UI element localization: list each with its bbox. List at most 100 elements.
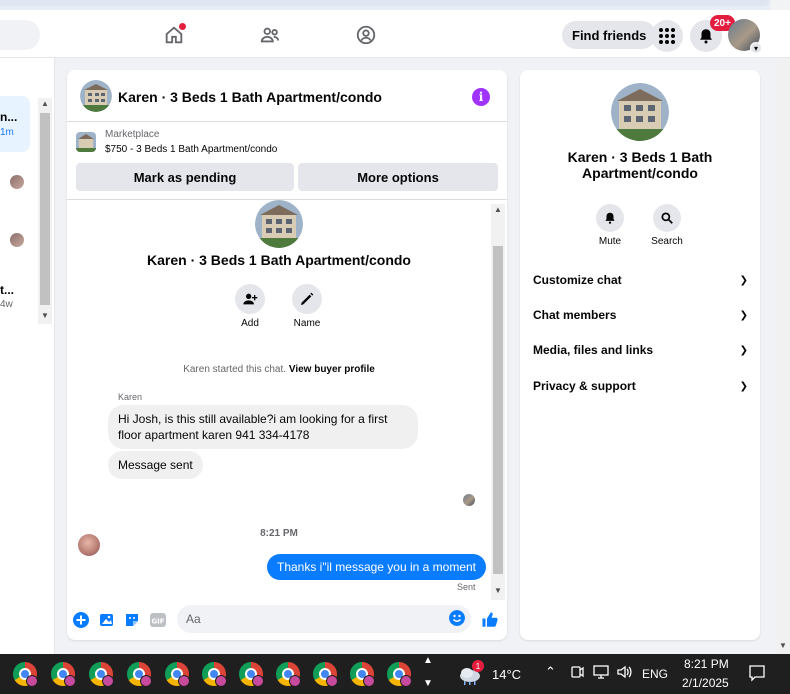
name-action[interactable]: Name bbox=[277, 284, 337, 329]
listing-small-thumbnail[interactable] bbox=[76, 132, 96, 152]
marketplace-banner: Marketplace $750 - 3 Beds 1 Bath Apartme… bbox=[67, 122, 507, 200]
chevron-down-icon[interactable]: ▾ bbox=[750, 42, 762, 54]
chrome-icon[interactable] bbox=[13, 662, 38, 687]
conversation-avatar bbox=[10, 175, 24, 189]
clock-time[interactable]: 8:21 PM bbox=[684, 657, 729, 671]
chrome-icon[interactable] bbox=[313, 662, 338, 687]
conversation-scrollbar[interactable]: ▲ ▼ bbox=[38, 98, 52, 324]
scroll-up-icon[interactable]: ▲ bbox=[491, 205, 505, 214]
seen-avatar bbox=[463, 494, 475, 506]
chevron-down-icon: ❯ bbox=[739, 380, 748, 392]
friends-nav[interactable] bbox=[257, 22, 283, 48]
chevron-down-icon: ❯ bbox=[739, 274, 748, 286]
chrome-icon[interactable] bbox=[276, 662, 301, 687]
chat-members-row[interactable]: Chat members ❯ bbox=[533, 304, 748, 326]
scroll-thumb[interactable] bbox=[493, 246, 503, 574]
photo-icon[interactable] bbox=[98, 611, 116, 629]
chrome-icon[interactable] bbox=[165, 662, 190, 687]
chat-title[interactable]: Karen · 3 Beds 1 Bath Apartment/condo bbox=[118, 89, 382, 105]
details-listing-photo[interactable] bbox=[611, 83, 669, 141]
menu-button[interactable] bbox=[651, 20, 683, 52]
chevron-up-icon[interactable]: ⌃ bbox=[545, 664, 556, 680]
incoming-message[interactable]: Hi Josh, is this still available?i am lo… bbox=[108, 405, 418, 449]
conversation-avatar bbox=[10, 233, 24, 247]
meet-now-icon[interactable] bbox=[570, 664, 584, 683]
chevron-down-icon: ❯ bbox=[739, 344, 748, 356]
message-thread: Karen · 3 Beds 1 Bath Apartment/condo Ad… bbox=[67, 200, 507, 600]
conversation-item-selected[interactable] bbox=[0, 96, 30, 152]
mark-as-pending-button[interactable]: Mark as pending bbox=[76, 163, 294, 191]
listing-title[interactable]: $750 - 3 Beds 1 Bath Apartment/condo bbox=[105, 144, 277, 155]
system-message-text: Karen started this chat. bbox=[183, 364, 287, 375]
emoji-icon[interactable] bbox=[449, 610, 465, 626]
menu-label: Media, files and links bbox=[533, 343, 654, 357]
scroll-up-icon[interactable]: ▲ bbox=[38, 99, 52, 108]
chevron-up-icon[interactable]: ▲ bbox=[423, 655, 433, 666]
clock-date[interactable]: 2/1/2025 bbox=[682, 676, 729, 690]
incoming-message[interactable]: Message sent bbox=[108, 451, 203, 479]
scroll-thumb[interactable] bbox=[40, 113, 50, 305]
volume-icon[interactable] bbox=[616, 664, 632, 683]
media-files-links-row[interactable]: Media, files and links ❯ bbox=[533, 339, 748, 361]
chat-scrollbar[interactable]: ▲ ▼ bbox=[491, 204, 505, 600]
find-friends-button[interactable]: Find friends bbox=[562, 21, 657, 49]
add-person-icon bbox=[235, 284, 265, 314]
chevron-down-icon[interactable]: ▼ bbox=[423, 678, 433, 689]
thread-title: Karen · 3 Beds 1 Bath Apartment/condo bbox=[147, 252, 411, 268]
browser-tabbar bbox=[0, 0, 770, 6]
chevron-down-icon: ❯ bbox=[739, 309, 748, 321]
groups-icon bbox=[356, 25, 376, 45]
scroll-down-icon[interactable]: ▼ bbox=[491, 586, 505, 595]
mute-action[interactable]: Mute bbox=[585, 204, 635, 247]
menu-label: Customize chat bbox=[533, 273, 622, 287]
privacy-support-row[interactable]: Privacy & support ❯ bbox=[533, 375, 748, 397]
chrome-icon[interactable] bbox=[387, 662, 412, 687]
weather-icon[interactable]: 1 bbox=[458, 660, 484, 685]
page-scrollbar[interactable]: ▼ bbox=[777, 58, 790, 654]
conversation-time: 1m bbox=[0, 127, 14, 138]
home-nav[interactable] bbox=[161, 22, 187, 48]
friends-icon bbox=[260, 27, 280, 43]
pencil-icon bbox=[292, 284, 322, 314]
sent-status: Sent bbox=[457, 582, 476, 592]
search-action[interactable]: Search bbox=[642, 204, 692, 247]
outgoing-message[interactable]: Thanks i"il message you in a moment bbox=[267, 554, 487, 580]
info-icon[interactable]: i bbox=[472, 88, 490, 106]
sticker-icon[interactable] bbox=[123, 611, 141, 629]
grid-menu-icon bbox=[659, 28, 675, 44]
chrome-icon[interactable] bbox=[89, 662, 114, 687]
chrome-icon[interactable] bbox=[51, 662, 76, 687]
chrome-icon[interactable] bbox=[239, 662, 264, 687]
language-indicator[interactable]: ENG bbox=[642, 667, 668, 681]
add-label: Add bbox=[241, 318, 259, 329]
network-icon[interactable] bbox=[593, 665, 609, 682]
notification-center-icon[interactable] bbox=[748, 664, 766, 685]
conversation-time: 4w bbox=[0, 299, 13, 310]
scroll-down-icon[interactable]: ▼ bbox=[779, 641, 787, 650]
groups-nav[interactable] bbox=[353, 22, 379, 48]
more-options-button[interactable]: More options bbox=[298, 163, 498, 191]
listing-thumbnail[interactable] bbox=[80, 80, 112, 112]
search-label: Search bbox=[651, 236, 683, 247]
message-input[interactable]: Aa bbox=[177, 605, 471, 633]
plus-icon[interactable] bbox=[72, 611, 90, 629]
chat-window: Karen · 3 Beds 1 Bath Apartment/condo i … bbox=[67, 70, 507, 640]
conversation-list: n... 1m t... 4w ▲ ▼ bbox=[0, 58, 55, 654]
bell-icon bbox=[700, 29, 712, 44]
customize-chat-row[interactable]: Customize chat ❯ bbox=[533, 269, 748, 291]
temperature[interactable]: 14°C bbox=[492, 667, 521, 682]
chrome-icon[interactable] bbox=[202, 662, 227, 687]
home-notification-dot bbox=[179, 23, 186, 30]
svg-text:GIF: GIF bbox=[151, 618, 164, 626]
chrome-icon[interactable] bbox=[127, 662, 152, 687]
conversation-name: t... bbox=[0, 283, 14, 297]
scroll-down-icon[interactable]: ▼ bbox=[38, 311, 52, 320]
add-member-action[interactable]: Add bbox=[220, 284, 280, 329]
view-buyer-profile-link[interactable]: View buyer profile bbox=[289, 364, 375, 375]
chrome-icon[interactable] bbox=[350, 662, 375, 687]
thumbs-up-icon[interactable] bbox=[481, 611, 499, 629]
search-box[interactable] bbox=[0, 20, 40, 50]
browser-corner bbox=[770, 0, 790, 10]
menu-label: Chat members bbox=[533, 308, 617, 322]
gif-icon[interactable]: GIF bbox=[149, 611, 167, 629]
